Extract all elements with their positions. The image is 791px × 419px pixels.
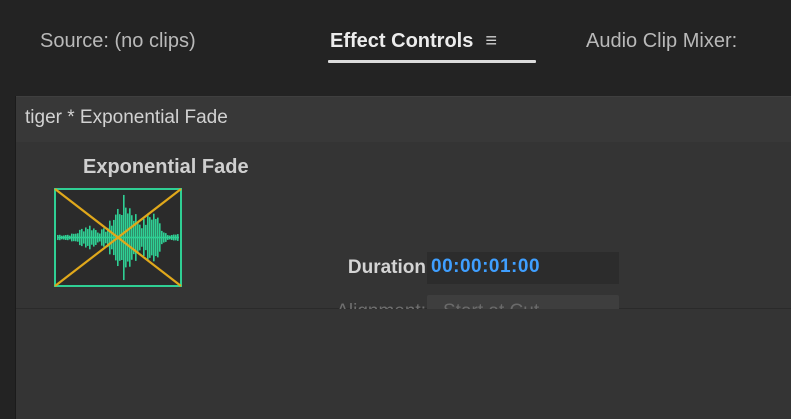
clip-header: tiger * Exponential Fade: [16, 96, 791, 143]
tab-source[interactable]: Source: (no clips): [40, 26, 196, 60]
duration-field[interactable]: 00:00:01:00: [427, 252, 619, 284]
effect-section: Exponential Fade Duration 00:00:01:00 Al…: [16, 142, 791, 322]
duration-label: Duration: [347, 257, 426, 278]
empty-effect-area: [16, 309, 791, 419]
panel-tab-bar: Source: (no clips) Effect Controls ≡ Audi…: [0, 0, 791, 84]
active-tab-underline: [328, 60, 536, 63]
tab-source-label: Source: (no clips): [40, 30, 196, 52]
duration-timecode[interactable]: 00:00:01:00: [431, 256, 540, 278]
clip-title: tiger * Exponential Fade: [25, 107, 228, 128]
effect-name: Exponential Fade: [83, 156, 249, 178]
tab-audio-clip-mixer[interactable]: Audio Clip Mixer:: [586, 26, 737, 60]
audio-waveform-crossfade-icon: [54, 188, 182, 287]
tab-audio-clip-mixer-label: Audio Clip Mixer:: [586, 30, 738, 52]
tab-effect-controls-label: Effect Controls: [330, 30, 474, 52]
tab-effect-controls[interactable]: Effect Controls ≡: [330, 26, 497, 60]
effect-controls-window: Source: (no clips) Effect Controls ≡ Audi…: [0, 0, 791, 419]
hamburger-menu-icon[interactable]: ≡: [485, 26, 497, 56]
effect-controls-panel: tiger * Exponential Fade Exponential Fad…: [15, 96, 791, 419]
